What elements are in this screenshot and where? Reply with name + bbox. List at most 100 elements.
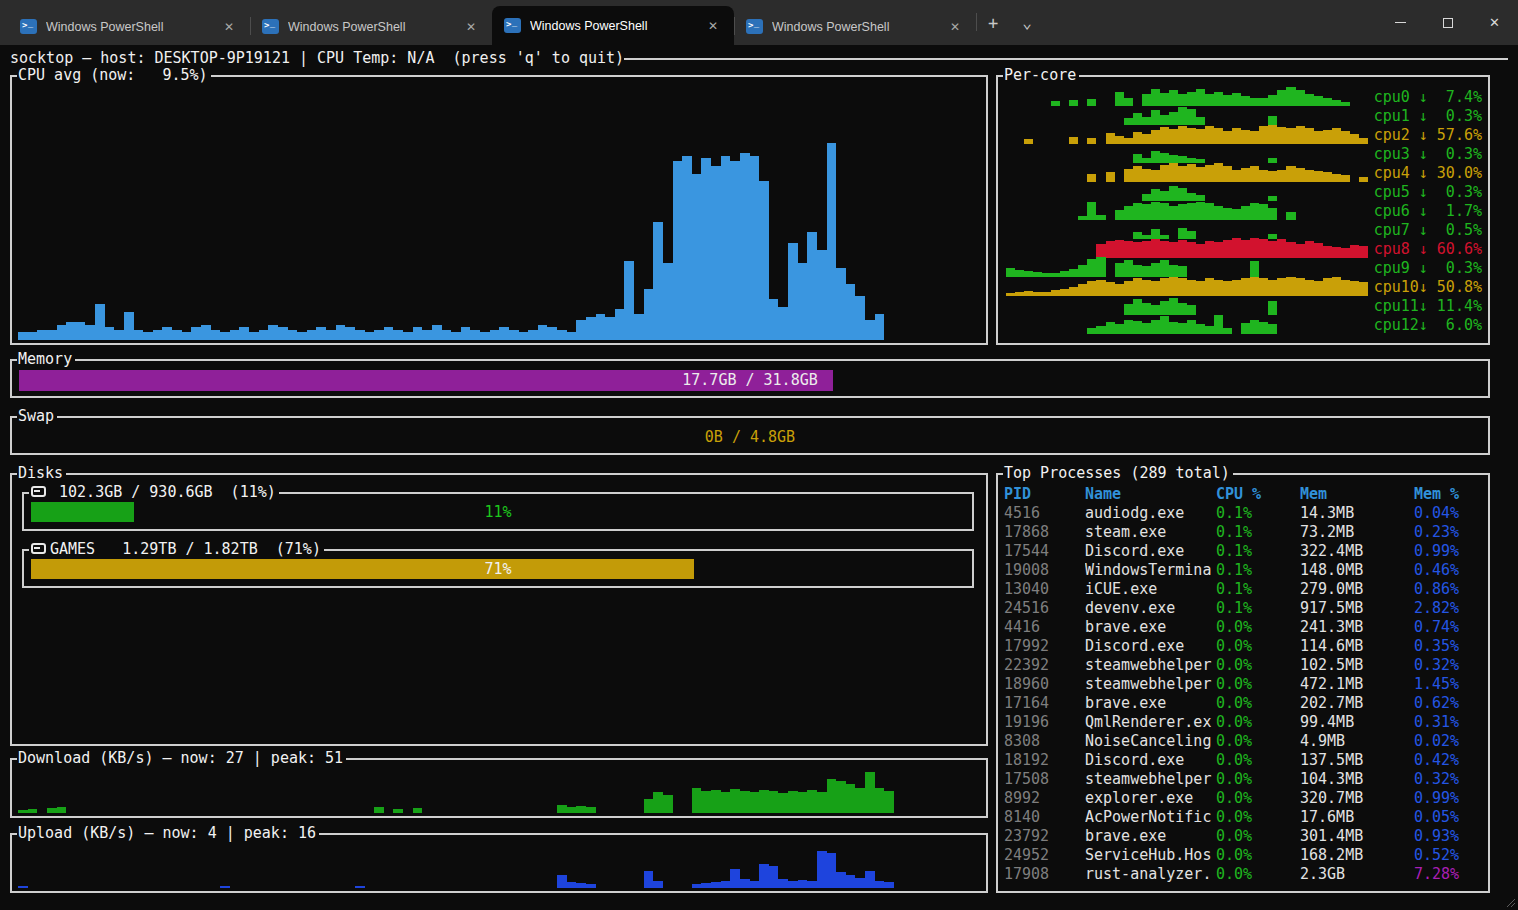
chart-bar — [451, 332, 461, 340]
chart-bar — [750, 156, 760, 340]
chart-bar — [817, 792, 827, 813]
chart-bar — [1187, 128, 1196, 144]
chart-bar — [1223, 328, 1232, 334]
process-row: 19008WindowsTermina0.1%148.0MB0.46% — [1004, 561, 1484, 580]
disk-icon — [31, 543, 46, 554]
chart-bar — [413, 327, 423, 340]
tab-close-icon[interactable]: ✕ — [460, 18, 482, 36]
chart-bar — [557, 330, 567, 340]
chart-bar — [1232, 128, 1241, 144]
download-chart — [18, 767, 980, 813]
maximize-button[interactable] — [1424, 0, 1471, 45]
minimize-button[interactable] — [1377, 0, 1424, 45]
process-pid: 24952 — [1004, 846, 1085, 865]
chart-bar — [875, 881, 885, 888]
new-tab-button[interactable]: + — [976, 0, 1010, 45]
chart-bar — [1106, 322, 1115, 334]
process-name: explorer.exe — [1085, 789, 1216, 808]
process-memp: 0.99% — [1414, 789, 1484, 808]
disk-c-header: 102.3GB / 930.6GB (11%) — [29, 484, 279, 501]
tab[interactable]: >_Windows PowerShell✕ — [8, 8, 250, 45]
resize-grip[interactable] — [1504, 896, 1516, 908]
tab-close-icon[interactable]: ✕ — [702, 17, 724, 35]
process-mem: 168.2MB — [1300, 846, 1414, 865]
chart-bar — [18, 886, 28, 888]
chart-bar — [644, 289, 654, 340]
col-mem: Mem — [1300, 485, 1414, 504]
chart-bar — [1268, 280, 1277, 296]
disk-games-panel: GAMES 1.29TB / 1.82TB (71%) 71% — [22, 549, 974, 588]
process-row: 17544Discord.exe0.1%322.4MB0.99% — [1004, 542, 1484, 561]
tab-close-icon[interactable]: ✕ — [218, 18, 240, 36]
process-row: 18192Discord.exe0.0%137.5MB0.42% — [1004, 751, 1484, 770]
process-mem: 917.5MB — [1300, 599, 1414, 618]
process-cpu: 0.0% — [1216, 713, 1300, 732]
chart-bar — [259, 330, 269, 340]
chart-bar — [711, 790, 721, 813]
process-row: 8308NoiseCanceling0.0%4.9MB0.02% — [1004, 732, 1484, 751]
chart-bar — [153, 330, 163, 340]
tab-active[interactable]: >_Windows PowerShell✕ — [492, 6, 734, 45]
chart-bar — [692, 788, 702, 813]
chart-bar — [268, 325, 278, 340]
chart-bar — [1359, 282, 1368, 296]
process-pid: 8992 — [1004, 789, 1085, 808]
process-memp: 0.32% — [1414, 770, 1484, 789]
chart-bar — [827, 779, 837, 814]
chart-bar — [191, 327, 201, 340]
chart-bar — [1196, 167, 1205, 182]
chart-bar — [884, 791, 894, 813]
tab-dropdown-button[interactable]: ⌄ — [1010, 0, 1044, 45]
powershell-icon: >_ — [504, 18, 521, 33]
chart-bar — [1259, 204, 1268, 220]
chart-bar — [1268, 125, 1277, 144]
process-mem: 99.4MB — [1300, 713, 1414, 732]
process-row: 17992Discord.exe0.0%114.6MB0.35% — [1004, 637, 1484, 656]
process-pid: 18192 — [1004, 751, 1085, 770]
chart-bar — [769, 791, 779, 813]
process-pid: 8140 — [1004, 808, 1085, 827]
process-memp: 7.28% — [1414, 865, 1484, 884]
tab[interactable]: >_Windows PowerShell✕ — [250, 8, 492, 45]
upload-title: Upload (KB/s) — now: 4 | peak: 16 — [17, 825, 319, 842]
chart-bar — [1187, 92, 1196, 106]
tab-close-icon[interactable]: ✕ — [944, 18, 966, 36]
process-name: ServiceHub.Hos — [1085, 846, 1216, 865]
chart-bar — [817, 250, 827, 340]
chart-bar — [1241, 168, 1250, 182]
chart-bar — [278, 327, 288, 340]
process-mem: 472.1MB — [1300, 675, 1414, 694]
chart-bar — [1323, 278, 1332, 296]
chart-bar — [1223, 240, 1232, 258]
disk-c-panel: 102.3GB / 930.6GB (11%) 11% — [22, 492, 974, 531]
process-memp: 0.04% — [1414, 504, 1484, 523]
chart-bar — [567, 882, 577, 888]
chart-bar — [750, 881, 760, 888]
chart-bar — [1205, 165, 1214, 182]
chart-bar — [374, 330, 384, 340]
powershell-icon: >_ — [262, 19, 279, 34]
chart-bar — [1160, 127, 1169, 144]
chart-bar — [692, 174, 702, 340]
process-pid: 17508 — [1004, 770, 1085, 789]
chart-bar — [365, 332, 375, 340]
per-core-list: cpu0 ↓ 7.4%cpu1 ↓ 0.3%cpu2 ↓ 57.6%cpu3 ↓… — [998, 77, 1488, 343]
chart-bar — [461, 327, 471, 340]
process-name: Discord.exe — [1085, 751, 1216, 770]
chart-bar — [1160, 165, 1169, 182]
process-memp: 0.74% — [1414, 618, 1484, 637]
terminal-viewport[interactable]: socktop — host: DESKTOP-9P19121 | CPU Te… — [0, 45, 1518, 910]
process-row: 19196QmlRenderer.ex0.0%99.4MB0.31% — [1004, 713, 1484, 732]
process-pid: 17908 — [1004, 865, 1085, 884]
chart-bar — [1268, 324, 1277, 334]
tab[interactable]: >_Windows PowerShell✕ — [734, 8, 976, 45]
chart-bar — [538, 325, 548, 340]
chart-bar — [875, 788, 885, 813]
chart-bar — [1259, 322, 1268, 334]
process-memp: 0.31% — [1414, 713, 1484, 732]
process-row: 4416brave.exe0.0%241.3MB0.74% — [1004, 618, 1484, 637]
chart-bar — [1151, 202, 1160, 220]
chart-bar — [721, 792, 731, 813]
chart-bar — [1205, 126, 1214, 144]
close-button[interactable]: ✕ — [1471, 0, 1518, 45]
